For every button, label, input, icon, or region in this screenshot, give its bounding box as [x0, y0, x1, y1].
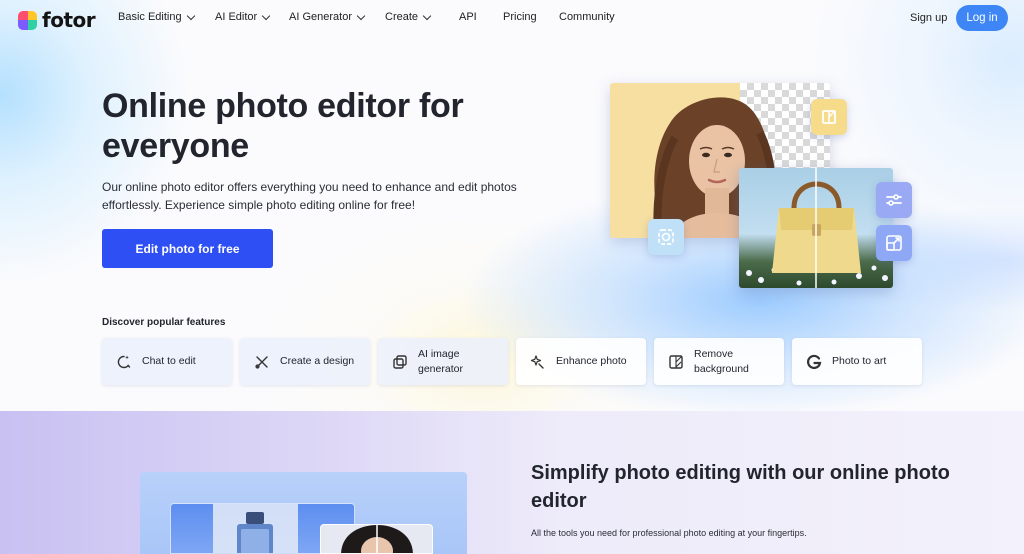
nav-label: AI Generator [289, 11, 352, 23]
photo-art-icon [807, 354, 822, 369]
resize-tool-button[interactable] [876, 225, 912, 261]
top-navbar: fotor Basic Editing AI Editor AI Generat… [0, 0, 1024, 36]
handbag-illustration [746, 168, 888, 288]
feature-label: AI image generator [418, 347, 463, 375]
nav-create[interactable]: Create [385, 11, 432, 23]
hero-title: Online photo editor for everyone [102, 87, 464, 165]
hero-description: Our online photo editor offers everythin… [102, 180, 517, 212]
feature-ai-image-generator[interactable]: AI image generator [378, 338, 508, 385]
chevron-down-icon [356, 11, 366, 20]
chat-edit-icon [117, 355, 131, 368]
retouch-tool-button[interactable] [648, 219, 684, 255]
sliders-icon [886, 194, 902, 206]
portrait-compare-illustration [341, 525, 413, 553]
log-in-button[interactable]: Log in [956, 5, 1008, 31]
remove-bg-icon [669, 354, 683, 369]
sign-up-link[interactable]: Sign up [910, 12, 947, 24]
nav-label: Community [559, 11, 615, 23]
nav-pricing[interactable]: Pricing [503, 11, 537, 23]
portrait-compare-photo [320, 524, 433, 554]
handbag-photo [739, 168, 893, 288]
chevron-down-icon [261, 11, 271, 20]
feature-remove-background[interactable]: Remove background [654, 338, 784, 385]
feature-enhance-photo[interactable]: Enhance photo [516, 338, 646, 385]
feature-label: Remove background [694, 347, 749, 375]
nav-label: Pricing [503, 11, 537, 23]
fotor-logo[interactable]: fotor [18, 8, 96, 32]
feature-label: Photo to art [832, 355, 887, 367]
chevron-down-icon [422, 11, 432, 20]
logo-text: fotor [42, 8, 96, 32]
logo-mark-icon [18, 10, 37, 30]
feature-label: Create a design [280, 355, 355, 367]
face-retouch-icon [658, 229, 674, 245]
nav-ai-generator[interactable]: AI Generator [289, 11, 366, 23]
resize-icon [886, 235, 902, 251]
feature-label: Enhance photo [556, 355, 627, 367]
design-tools-icon [255, 355, 268, 369]
nav-community[interactable]: Community [559, 11, 615, 23]
nav-label: Create [385, 11, 419, 23]
feature-photo-to-art[interactable]: Photo to art [792, 338, 922, 385]
nav-api[interactable]: API [459, 11, 477, 23]
feature-create-design[interactable]: Create a design [240, 338, 370, 385]
section-subtitle: All the tools you need for professional … [531, 528, 807, 538]
nav-basic-editing[interactable]: Basic Editing [118, 11, 195, 23]
chevron-down-icon [186, 11, 195, 20]
feature-chat-to-edit[interactable]: Chat to edit [102, 338, 232, 385]
feature-label: Chat to edit [142, 355, 196, 367]
nav-ai-editor[interactable]: AI Editor [215, 11, 271, 23]
nav-label: Basic Editing [118, 11, 182, 23]
discover-features-label: Discover popular features [102, 317, 226, 328]
crop-tool-button[interactable] [811, 99, 847, 135]
crop-icon [822, 110, 836, 124]
ai-image-icon [393, 354, 407, 369]
tools-section: Simplify photo editing with our online p… [0, 411, 1024, 554]
section-title: Simplify photo editing with our online p… [531, 462, 950, 512]
sparkle-enhance-icon [530, 354, 544, 369]
edit-photo-cta-button[interactable]: Edit photo for free [102, 229, 273, 268]
nav-label: API [459, 11, 477, 23]
nav-label: AI Editor [215, 11, 258, 23]
adjust-tool-button[interactable] [876, 182, 912, 218]
